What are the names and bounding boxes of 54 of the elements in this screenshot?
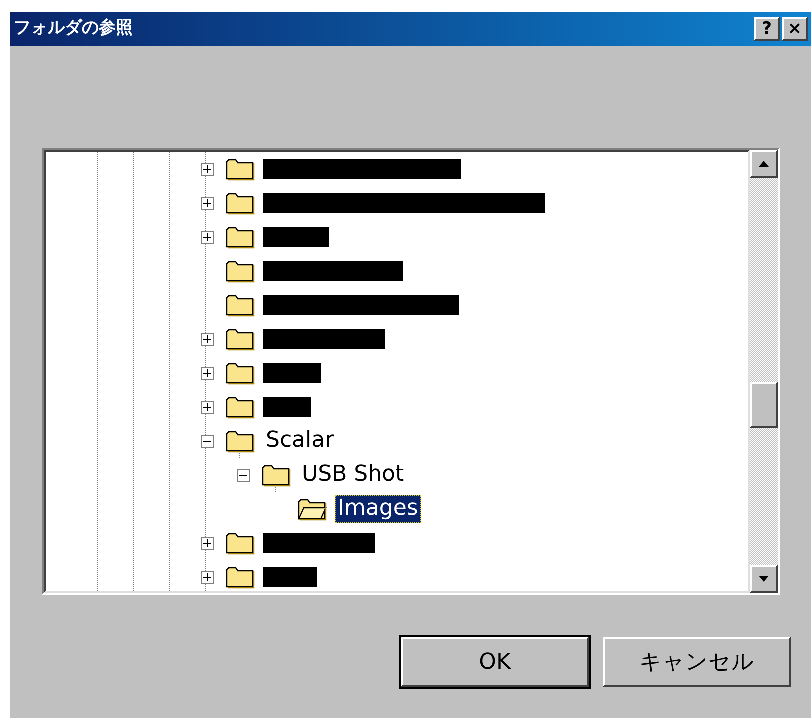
- expand-toggle[interactable]: [200, 162, 214, 176]
- folder-label[interactable]: USB Shot: [299, 461, 408, 489]
- scroll-thumb[interactable]: [750, 382, 778, 428]
- window-title: フォルダの参照: [14, 17, 133, 40]
- tree-connector: [239, 453, 240, 458]
- folder-icon: [225, 531, 255, 555]
- folder-icon: [225, 191, 255, 215]
- plus-icon: [202, 232, 212, 242]
- plus-icon: [202, 334, 212, 344]
- expand-toggle[interactable]: [200, 196, 214, 210]
- expand-toggle[interactable]: [200, 536, 214, 550]
- folder-icon: [225, 225, 255, 249]
- down-arrow-icon: [759, 576, 769, 582]
- expand-toggle[interactable]: [200, 230, 214, 244]
- collapse-toggle[interactable]: [200, 434, 214, 448]
- close-button[interactable]: ×: [782, 17, 808, 41]
- plus-icon: [202, 402, 212, 412]
- folder-icon: [261, 463, 291, 487]
- help-button[interactable]: ?: [754, 17, 780, 41]
- folder-icon: [225, 565, 255, 589]
- expand-toggle[interactable]: [200, 366, 214, 380]
- folder-label[interactable]: Scalar: [263, 427, 338, 455]
- redaction-bar: [263, 567, 317, 587]
- plus-icon: [202, 368, 212, 378]
- expand-toggle[interactable]: [200, 570, 214, 584]
- vertical-scrollbar[interactable]: [750, 150, 778, 593]
- dialog-button[interactable]: キャンセル: [603, 637, 791, 687]
- tree-connector: [275, 487, 276, 492]
- folder-icon: [225, 395, 255, 419]
- redaction-bar: [263, 363, 321, 383]
- plus-icon: [202, 538, 212, 548]
- plus-icon: [202, 572, 212, 582]
- redaction-bar: [263, 227, 329, 247]
- folder-icon: [225, 157, 255, 181]
- scroll-down-button[interactable]: [750, 565, 778, 593]
- scroll-up-button[interactable]: [750, 150, 778, 178]
- open-folder-icon: [297, 497, 327, 521]
- expand-toggle[interactable]: [200, 332, 214, 346]
- collapse-toggle[interactable]: [236, 468, 250, 482]
- expand-toggle[interactable]: [200, 400, 214, 414]
- redaction-bar: [263, 397, 311, 417]
- folder-icon: [225, 361, 255, 385]
- folder-icon: [225, 327, 255, 351]
- folder-label[interactable]: Images: [335, 495, 422, 523]
- folder-icon: [225, 259, 255, 283]
- plus-icon: [202, 198, 212, 208]
- folder-icon: [225, 429, 255, 453]
- up-arrow-icon: [759, 161, 769, 167]
- folder-icon: [225, 293, 255, 317]
- plus-icon: [202, 164, 212, 174]
- tree-row[interactable]: Scalar: [46, 424, 748, 458]
- default-button[interactable]: OK: [401, 637, 589, 687]
- tree-row[interactable]: Images: [46, 492, 748, 526]
- tree-row[interactable]: USB Shot: [46, 458, 748, 492]
